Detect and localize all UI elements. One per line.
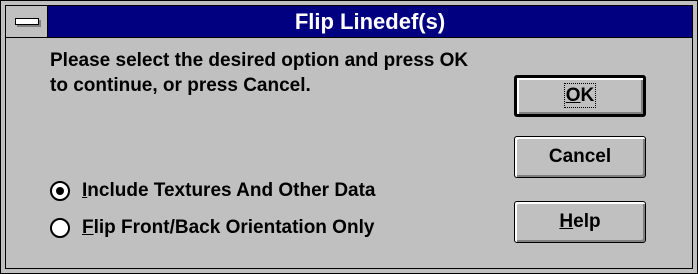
option-include-textures[interactable]: Include Textures And Other Data [50, 176, 376, 206]
cancel-button-label: Cancel [548, 146, 612, 167]
ok-button[interactable]: OK [514, 75, 646, 117]
cancel-button[interactable]: Cancel [514, 136, 646, 178]
system-menu-button[interactable] [6, 6, 48, 37]
option-include-textures-label: Include Textures And Other Data [82, 180, 376, 201]
radio-selected-dot [56, 187, 64, 195]
ok-button-label: OK [563, 83, 597, 108]
instruction-text: Please select the desired option and pre… [50, 50, 469, 96]
help-button-label: Help [559, 211, 601, 232]
option-flip-orientation-label: Flip Front/Back Orientation Only [82, 217, 375, 238]
dialog-frame: Flip Linedef(s) Please select the desire… [5, 5, 693, 269]
flip-linedefs-dialog: Flip Linedef(s) Please select the desire… [0, 0, 698, 274]
radio-flip-orientation[interactable] [50, 218, 70, 238]
dialog-title: Flip Linedef(s) [294, 9, 446, 34]
radio-include-textures[interactable] [50, 181, 70, 201]
help-button[interactable]: Help [514, 201, 646, 243]
title-bar[interactable]: Flip Linedef(s) [6, 6, 692, 38]
option-flip-orientation[interactable]: Flip Front/Back Orientation Only [50, 213, 374, 243]
system-menu-icon [15, 18, 39, 25]
